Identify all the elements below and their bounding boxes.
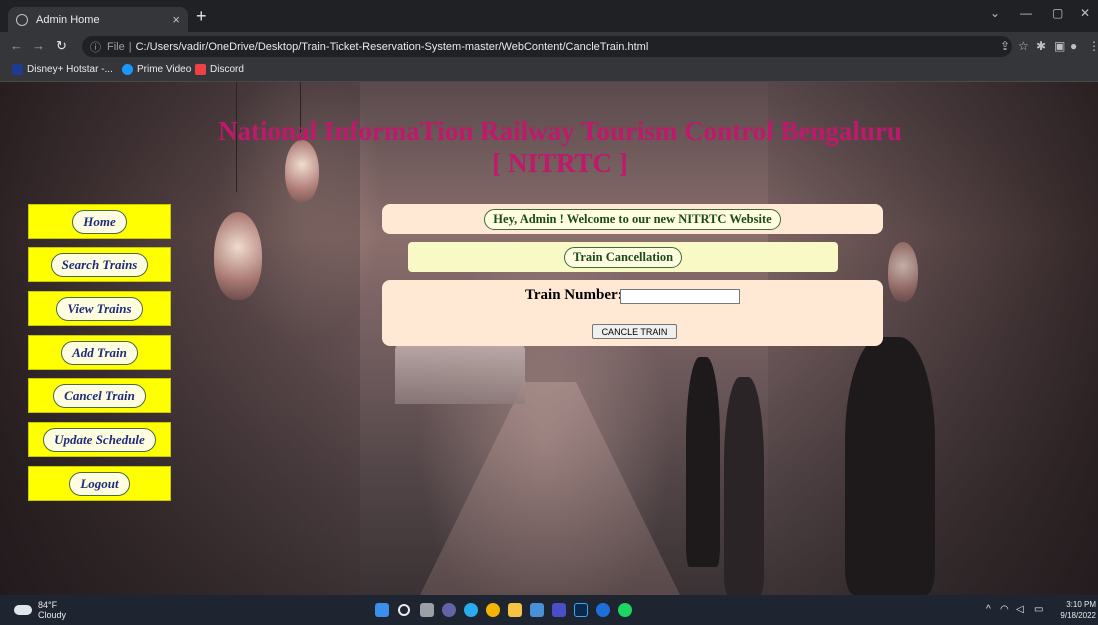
tab-title: Admin Home	[36, 13, 100, 26]
nav-label[interactable]: Add Train	[61, 340, 138, 365]
bookmark-discord[interactable]: Discord	[195, 64, 244, 75]
forward-icon[interactable]: →	[32, 38, 45, 53]
background-lamp-bulb	[888, 242, 918, 302]
app-icon[interactable]	[596, 603, 610, 617]
battery-icon[interactable]: ▭	[1034, 604, 1043, 615]
menu-icon[interactable]: ⋮	[1088, 39, 1098, 53]
background-railway-track	[420, 382, 680, 595]
maximize-icon[interactable]: ▢	[1052, 6, 1063, 20]
amazon-prime-icon[interactable]	[552, 603, 566, 617]
background-train	[395, 344, 525, 404]
welcome-message: Hey, Admin ! Welcome to our new NITRTC W…	[484, 208, 781, 230]
nav-label[interactable]: Logout	[69, 471, 130, 496]
background-person	[845, 337, 935, 595]
welcome-banner: Hey, Admin ! Welcome to our new NITRTC W…	[382, 204, 883, 234]
share-icon[interactable]: ⇪	[1000, 39, 1010, 53]
background-person	[686, 357, 720, 567]
address-prefix: File	[107, 40, 125, 53]
section-title: Train Cancellation	[563, 246, 683, 268]
minimize-icon[interactable]: —	[1020, 6, 1032, 20]
background-person	[724, 377, 764, 595]
page-viewport: National InformaTion Railway Tourism Con…	[0, 82, 1098, 595]
bookmark-star-icon[interactable]: ☆	[1018, 39, 1029, 53]
close-window-icon[interactable]: ✕	[1080, 6, 1090, 20]
nav-search-trains[interactable]: Search Trains	[28, 247, 171, 282]
bookmarks-bar: Disney+ Hotstar -... Prime Video Discord	[0, 60, 1098, 82]
side-panel-icon[interactable]: ▣	[1054, 39, 1065, 53]
reload-icon[interactable]: ↻	[56, 38, 67, 54]
cancel-train-form: Train Number: CANCLE TRAIN	[382, 280, 883, 346]
teams-chat-icon[interactable]	[442, 603, 456, 617]
chrome-icon[interactable]	[486, 603, 500, 617]
prime-video-icon	[122, 64, 133, 75]
address-toolbar: ← → ↻ ⓘ File | C:/Users/vadir/OneDrive/D…	[0, 32, 1098, 60]
nav-logout[interactable]: Logout	[28, 466, 171, 501]
nav-label[interactable]: Search Trains	[50, 252, 149, 277]
nav-update-schedule[interactable]: Update Schedule	[28, 422, 171, 457]
nav-home[interactable]: Home	[28, 204, 171, 239]
browser-tab-strip: Admin Home × + ⌄ — ▢ ✕	[0, 0, 1098, 32]
tray-overflow-icon[interactable]: ^	[986, 604, 991, 615]
cancle-train-button[interactable]: CANCLE TRAIN	[592, 324, 677, 339]
nav-view-trains[interactable]: View Trains	[28, 291, 171, 326]
close-tab-icon[interactable]: ×	[172, 12, 180, 27]
wifi-icon[interactable]: ◠	[1000, 604, 1009, 615]
train-number-input[interactable]	[620, 289, 740, 304]
heading-line-2: [ NITRTC ]	[492, 148, 628, 178]
train-number-label: Train Number:	[525, 287, 623, 303]
clock-date: 9/18/2022	[1060, 611, 1096, 620]
nav-label[interactable]: Update Schedule	[43, 427, 156, 452]
os-taskbar: 84°F Cloudy ^ ◠ ◁ ▭ 3:10 PM 9/18/2022	[0, 595, 1098, 625]
file-explorer-icon[interactable]	[508, 603, 522, 617]
clock-time: 3:10 PM	[1066, 600, 1096, 609]
photoshop-icon[interactable]	[574, 603, 588, 617]
tab-search-icon[interactable]: ⌄	[990, 6, 1000, 20]
discord-icon	[195, 64, 206, 75]
nav-add-train[interactable]: Add Train	[28, 335, 171, 370]
weather-temperature: 84°F	[38, 600, 58, 610]
volume-icon[interactable]: ◁	[1016, 604, 1024, 615]
notepad-icon[interactable]	[530, 603, 544, 617]
info-icon[interactable]: ⓘ	[90, 39, 101, 55]
cloud-icon	[14, 605, 32, 615]
spotify-icon[interactable]	[618, 603, 632, 617]
nav-label[interactable]: Home	[72, 209, 127, 234]
bookmark-prime-video[interactable]: Prime Video	[122, 64, 191, 75]
nav-cancel-train[interactable]: Cancel Train	[28, 378, 171, 413]
browser-tab[interactable]: Admin Home ×	[8, 7, 188, 32]
bookmark-label: Prime Video	[137, 64, 192, 75]
address-url: C:/Users/vadir/OneDrive/Desktop/Train-Ti…	[135, 40, 649, 53]
nav-label[interactable]: View Trains	[56, 296, 143, 321]
system-clock[interactable]: 3:10 PM 9/18/2022	[1056, 599, 1096, 621]
nav-label[interactable]: Cancel Train	[53, 383, 146, 408]
background-lamp-bulb	[214, 212, 262, 300]
search-icon[interactable]	[398, 604, 410, 616]
bookmark-label: Discord	[210, 64, 244, 75]
telegram-icon[interactable]	[464, 603, 478, 617]
section-title-banner: Train Cancellation	[408, 242, 838, 272]
profile-icon[interactable]: ●	[1070, 39, 1077, 53]
globe-icon	[16, 13, 28, 26]
back-icon[interactable]: ←	[10, 38, 23, 53]
address-separator: |	[128, 40, 132, 53]
task-view-icon[interactable]	[420, 603, 434, 617]
bookmark-label: Disney+ Hotstar -...	[27, 64, 113, 75]
new-tab-button[interactable]: +	[196, 6, 207, 27]
windows-start-icon[interactable]	[375, 603, 389, 617]
extensions-icon[interactable]: ✱	[1036, 39, 1046, 53]
page-heading: National InformaTion Railway Tourism Con…	[150, 115, 970, 179]
heading-line-1: National InformaTion Railway Tourism Con…	[218, 116, 902, 146]
weather-condition: Cloudy	[38, 610, 67, 620]
address-bar[interactable]: ⓘ File | C:/Users/vadir/OneDrive/Desktop…	[82, 36, 1012, 57]
hotstar-icon	[12, 64, 23, 75]
weather-widget[interactable]: 84°F Cloudy	[14, 600, 66, 620]
bookmark-hotstar[interactable]: Disney+ Hotstar -...	[12, 64, 113, 75]
